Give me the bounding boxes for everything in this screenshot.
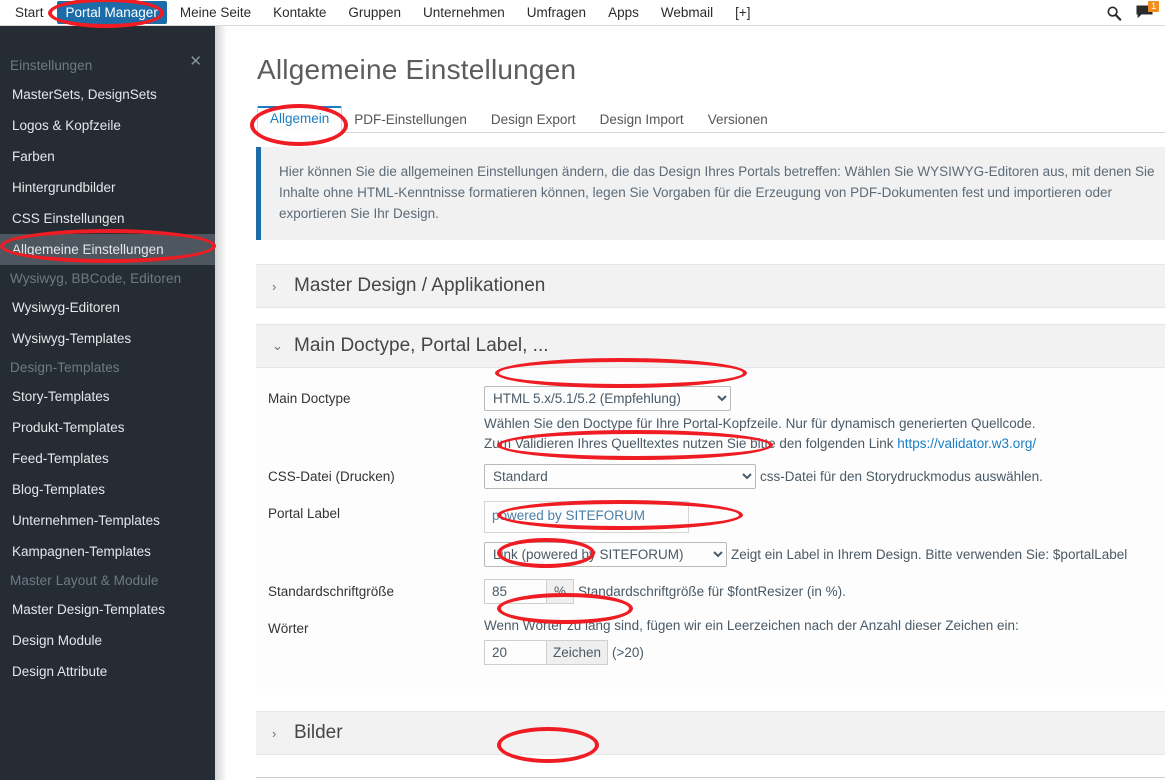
top-navigation-bar: Start Portal Manager Meine Seite Kontakt… (0, 0, 1165, 26)
sidebar-item-hintergrundbilder[interactable]: Hintergrundbilder (0, 172, 215, 203)
search-icon[interactable] (1106, 5, 1122, 21)
nav-item-unternehmen[interactable]: Unternehmen (414, 1, 514, 24)
form-row-woerter: Wörter Wenn Wörter zu lang sind, fügen w… (256, 616, 1165, 665)
tab-allgemein[interactable]: Allgemein (257, 106, 343, 133)
nav-item-start[interactable]: Start (6, 1, 53, 24)
hint-woerter-after: (>20) (612, 644, 644, 660)
sidebar-item-kampagnen-templates[interactable]: Kampagnen-Templates (0, 536, 215, 567)
form-row-standardschriftgroesse: Standardschriftgröße %Standardschriftgrö… (256, 579, 1165, 604)
hint-portal-label: Zeigt ein Label in Ihrem Design. Bitte v… (731, 546, 1128, 562)
chevron-down-icon: ⌄ (272, 338, 283, 353)
main-doctype-select[interactable]: HTML 5.x/5.1/5.2 (Empfehlung) (484, 386, 731, 411)
nav-item-add-more[interactable]: [+] (726, 1, 759, 24)
sidebar-item-wysiwyg-editoren[interactable]: Wysiwyg-Editoren (0, 292, 215, 323)
sidebar-item-design-module[interactable]: Design Module (0, 625, 215, 656)
validator-link[interactable]: https://validator.w3.org/ (897, 436, 1036, 451)
sidebar-item-produkt-templates[interactable]: Produkt-Templates (0, 412, 215, 443)
hint-css-datei: css-Datei für den Storydruckmodus auswäh… (760, 468, 1043, 484)
section-header-doctype[interactable]: ⌄ Main Doctype, Portal Label, ... (256, 324, 1165, 368)
woerter-group: Zeichen (484, 640, 609, 665)
sidebar-item-mastersets-designsets[interactable]: MasterSets, DesignSets (0, 79, 215, 110)
sidebar-item-feed-templates[interactable]: Feed-Templates (0, 443, 215, 474)
sidebar-group-wysiwyg: Wysiwyg, BBCode, Editoren (10, 271, 182, 286)
sidebar-group-einstellungen: Einstellungen (10, 58, 93, 73)
nav-item-apps[interactable]: Apps (599, 1, 648, 24)
label-css-datei: CSS-Datei (Drucken) (268, 469, 395, 484)
nav-item-webmail[interactable]: Webmail (652, 1, 722, 24)
hint-main-doctype-line2: Zum Validieren Ihres Quelltextes nutzen … (484, 436, 898, 451)
nav-item-gruppen[interactable]: Gruppen (339, 1, 410, 24)
close-icon[interactable]: ✕ (189, 54, 202, 69)
sidebar-item-farben[interactable]: Farben (0, 141, 215, 172)
form-row-main-doctype: Main Doctype HTML 5.x/5.1/5.2 (Empfehlun… (256, 386, 1165, 454)
sidebar: ✕ Einstellungen MasterSets, DesignSets L… (0, 26, 215, 780)
sidebar-item-wysiwyg-templates[interactable]: Wysiwyg-Templates (0, 323, 215, 354)
sidebar-item-allgemeine-einstellungen[interactable]: Allgemeine Einstellungen (0, 234, 215, 265)
section-title-doctype: Main Doctype, Portal Label, ... (294, 335, 549, 356)
sidebar-group-design-templates: Design-Templates (10, 360, 120, 375)
woerter-input[interactable] (484, 640, 546, 665)
portal-label-textarea[interactable]: powered by SITEFORUM (484, 501, 689, 533)
tab-design-export[interactable]: Design Export (479, 108, 588, 133)
chevron-right-icon: › (272, 278, 277, 294)
sidebar-item-design-attribute[interactable]: Design Attribute (0, 656, 215, 687)
tab-bar: Allgemein PDF-Einstellungen Design Expor… (257, 106, 1165, 133)
chevron-right-icon: › (272, 725, 277, 741)
section-title-master-design: Master Design / Applikationen (294, 275, 546, 296)
standardschriftgroesse-group: % (484, 579, 575, 604)
label-main-doctype: Main Doctype (268, 391, 351, 406)
sidebar-item-logos-kopfzeile[interactable]: Logos & Kopfzeile (0, 110, 215, 141)
sidebar-group-master-layout: Master Layout & Module (10, 573, 159, 588)
form-row-css-datei: CSS-Datei (Drucken) Standard css-Datei f… (256, 464, 1165, 489)
label-portal-label: Portal Label (268, 506, 341, 521)
message-icon[interactable]: 1 (1136, 1, 1160, 20)
top-navigation-actions: 1 (1106, 1, 1165, 21)
section-header-master-design[interactable]: › Master Design / Applikationen (256, 264, 1165, 308)
main-content: Allgemeine Einstellungen Allgemein PDF-E… (215, 26, 1165, 780)
standardschriftgroesse-input[interactable] (484, 579, 546, 604)
tab-versionen[interactable]: Versionen (696, 108, 780, 133)
tab-design-import[interactable]: Design Import (588, 108, 696, 133)
settings-form: Main Doctype HTML 5.x/5.1/5.2 (Empfehlun… (256, 368, 1165, 689)
sidebar-item-blog-templates[interactable]: Blog-Templates (0, 474, 215, 505)
page-title: Allgemeine Einstellungen (257, 54, 577, 85)
css-datei-select[interactable]: Standard (484, 464, 756, 489)
form-row-portal-label: Portal Label powered by SITEFORUM Link (… (256, 501, 1165, 567)
section-title-bilder: Bilder (294, 722, 343, 743)
info-box: Hier können Sie die allgemeinen Einstell… (256, 147, 1165, 240)
woerter-unit: Zeichen (546, 640, 609, 665)
portal-label-select[interactable]: Link (powered by SITEFORUM) (484, 542, 727, 567)
nav-item-portal-manager[interactable]: Portal Manager (56, 1, 167, 24)
label-standardschriftgroesse: Standardschriftgröße (268, 584, 395, 599)
hint-woerter-above: Wenn Wörter zu lang sind, fügen wir ein … (484, 618, 1019, 633)
section-header-bilder[interactable]: › Bilder (256, 711, 1165, 755)
nav-item-kontakte[interactable]: Kontakte (264, 1, 335, 24)
sidebar-item-unternehmen-templates[interactable]: Unternehmen-Templates (0, 505, 215, 536)
hint-standardschriftgroesse: Standardschriftgröße für $fontResizer (i… (578, 583, 846, 599)
message-badge: 1 (1148, 1, 1160, 12)
sidebar-item-master-design-templates[interactable]: Master Design-Templates (0, 594, 215, 625)
tab-pdf-einstellungen[interactable]: PDF-Einstellungen (342, 108, 479, 133)
nav-item-meine-seite[interactable]: Meine Seite (171, 1, 260, 24)
standardschriftgroesse-unit: % (546, 579, 575, 604)
hint-main-doctype-line1: Wählen Sie den Doctype für Ihre Portal-K… (484, 416, 1036, 431)
label-woerter: Wörter (268, 621, 309, 636)
sidebar-item-story-templates[interactable]: Story-Templates (0, 381, 215, 412)
nav-item-umfragen[interactable]: Umfragen (518, 1, 595, 24)
sidebar-item-css-einstellungen[interactable]: CSS Einstellungen (0, 203, 215, 234)
